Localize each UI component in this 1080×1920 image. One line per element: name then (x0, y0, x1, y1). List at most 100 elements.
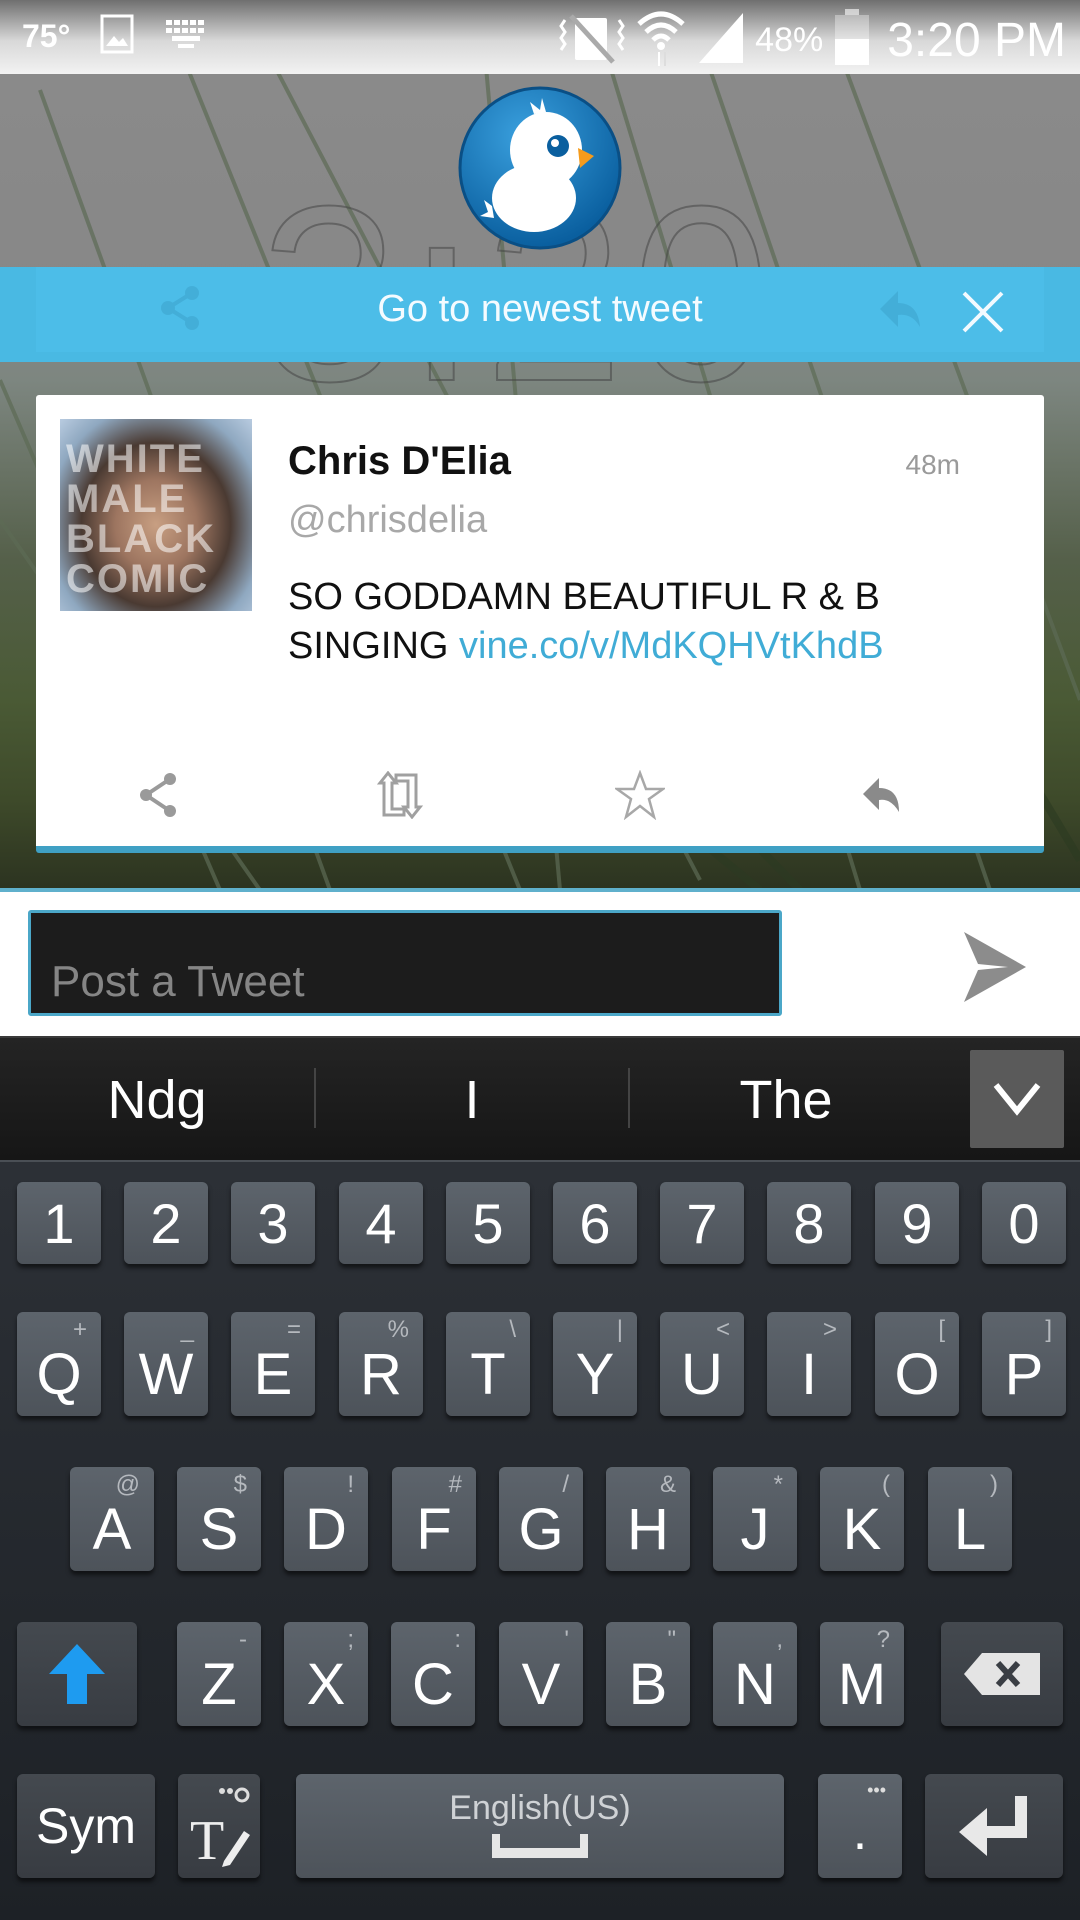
key-label: T (470, 1341, 506, 1407)
status-bar: 75° 48% 3:20 PM (0, 0, 1080, 74)
app-bird-logo-icon[interactable] (456, 86, 624, 254)
key-r[interactable]: % R (339, 1312, 423, 1416)
period-key[interactable]: ••• . (818, 1774, 902, 1878)
key-o[interactable]: [O (875, 1312, 959, 1416)
key-1[interactable]: 1 (17, 1182, 101, 1264)
key-alt-symbol: : (454, 1626, 461, 1653)
tweet-card[interactable]: WHITE MALE BLACK COMIC Chris D'Elia 48m … (36, 395, 1044, 853)
retweet-button[interactable] (370, 765, 430, 825)
key-s[interactable]: $ S (177, 1467, 261, 1571)
key-g[interactable]: / G (499, 1467, 583, 1571)
key-label: 8 (793, 1191, 825, 1255)
key-p[interactable]: ] P (982, 1312, 1066, 1416)
key-7[interactable]: 7 (660, 1182, 744, 1264)
key-z[interactable]: -Z (177, 1622, 261, 1726)
key-d[interactable]: ! D (284, 1467, 368, 1571)
key-u[interactable]: < U (660, 1312, 744, 1416)
key-4[interactable]: 4 (339, 1182, 423, 1264)
key-9[interactable]: 9 (875, 1182, 959, 1264)
key-i[interactable]: > I (767, 1312, 851, 1416)
word-suggestion-bar: Ndg I The (0, 1036, 1080, 1160)
key-b[interactable]: " B (606, 1622, 690, 1726)
signal-icon (697, 11, 745, 70)
key-label: L (953, 1496, 987, 1562)
key-6[interactable]: 6 (553, 1182, 637, 1264)
sym-key[interactable]: Sym (17, 1774, 155, 1878)
svg-text:T: T (190, 1810, 224, 1871)
key-label: N (734, 1651, 776, 1717)
key-label: K (842, 1496, 882, 1562)
key-label: V (521, 1651, 561, 1717)
backspace-icon (964, 1653, 1040, 1695)
compose-bar (0, 888, 1080, 1036)
key-label: 9 (901, 1191, 933, 1255)
key-w[interactable]: _ W (124, 1312, 208, 1416)
key-label: G (518, 1496, 564, 1562)
key-label: D (305, 1496, 347, 1562)
newest-tweet-banner: Go to newest tweet (0, 267, 1080, 362)
key-c[interactable]: :C (391, 1622, 475, 1726)
key-m[interactable]: ? M (820, 1622, 904, 1726)
favorite-button[interactable] (610, 765, 670, 825)
reply-button[interactable] (852, 765, 912, 825)
star-icon (615, 770, 665, 820)
screen: 75° 48% 3:20 PM 3: 2 0 (0, 0, 1080, 1920)
key-j[interactable]: * J (713, 1467, 797, 1571)
key-k[interactable]: (K (820, 1467, 904, 1571)
key-label: 2 (150, 1191, 182, 1255)
key-q[interactable]: + Q (17, 1312, 101, 1416)
key-8[interactable]: 8 (767, 1182, 851, 1264)
ghost-reply-icon (880, 291, 920, 327)
key-label: P (1004, 1341, 1044, 1407)
battery-icon (833, 9, 871, 72)
key-f[interactable]: # F (392, 1467, 476, 1571)
suggestion-1[interactable]: Ndg (0, 1038, 314, 1162)
battery-percent: 48% (755, 21, 824, 59)
key-5[interactable]: 5 (446, 1182, 530, 1264)
key-alt-symbol: * (773, 1471, 783, 1498)
key-label: 5 (472, 1191, 504, 1255)
key-alt-symbol: \ (509, 1316, 516, 1343)
share-icon (140, 773, 176, 817)
expand-suggestions-button[interactable] (970, 1050, 1064, 1148)
send-tweet-button[interactable] (960, 930, 1030, 1004)
suggestion-2[interactable]: I (316, 1038, 628, 1162)
key-n[interactable]: ,N (713, 1622, 797, 1726)
shift-key[interactable] (17, 1622, 137, 1726)
key-alt-symbol: | (616, 1316, 623, 1343)
key-a[interactable]: @ A (70, 1467, 154, 1571)
key-e[interactable]: = E (231, 1312, 315, 1416)
key-label: 4 (365, 1191, 397, 1255)
key-3[interactable]: 3 (231, 1182, 315, 1264)
tweet-link[interactable]: vine.co/v/MdKQHVtKhdB (459, 625, 884, 667)
backspace-key[interactable] (941, 1622, 1063, 1726)
key-2[interactable]: 2 (124, 1182, 208, 1264)
text-pen-settings-icon: T (190, 1787, 250, 1871)
ghost-share-icon (161, 286, 199, 330)
post-tweet-input[interactable] (28, 910, 782, 1016)
key-label: F (416, 1496, 452, 1562)
key-v[interactable]: ' V (499, 1622, 583, 1726)
avatar[interactable]: WHITE MALE BLACK COMIC (60, 419, 252, 611)
close-banner-icon[interactable] (958, 287, 1008, 337)
suggestion-3[interactable]: The (630, 1038, 942, 1162)
key-l[interactable]: ) L (928, 1467, 1012, 1571)
key-label: M (837, 1651, 887, 1717)
text-input-settings-key[interactable]: T (178, 1774, 260, 1878)
enter-key[interactable] (925, 1774, 1063, 1878)
shift-arrow-icon (49, 1644, 105, 1704)
key-alt-symbol: , (776, 1626, 783, 1653)
share-button[interactable] (128, 765, 188, 825)
key-alt-symbol: - (239, 1626, 247, 1653)
key-t[interactable]: \ T (446, 1312, 530, 1416)
tweet-author-name[interactable]: Chris D'Elia (288, 439, 511, 484)
go-to-newest-tweet-button[interactable]: Go to newest tweet (36, 267, 1044, 352)
key-alt-symbol: ; (347, 1626, 354, 1653)
space-key[interactable]: English(US) (296, 1774, 784, 1878)
key-h[interactable]: & H (606, 1467, 690, 1571)
key-y[interactable]: | Y (553, 1312, 637, 1416)
key-label: I (800, 1341, 818, 1407)
tweet-author-handle[interactable]: @chrisdelia (288, 499, 487, 542)
key-x[interactable]: ; X (284, 1622, 368, 1726)
key-0[interactable]: 0 (982, 1182, 1066, 1264)
